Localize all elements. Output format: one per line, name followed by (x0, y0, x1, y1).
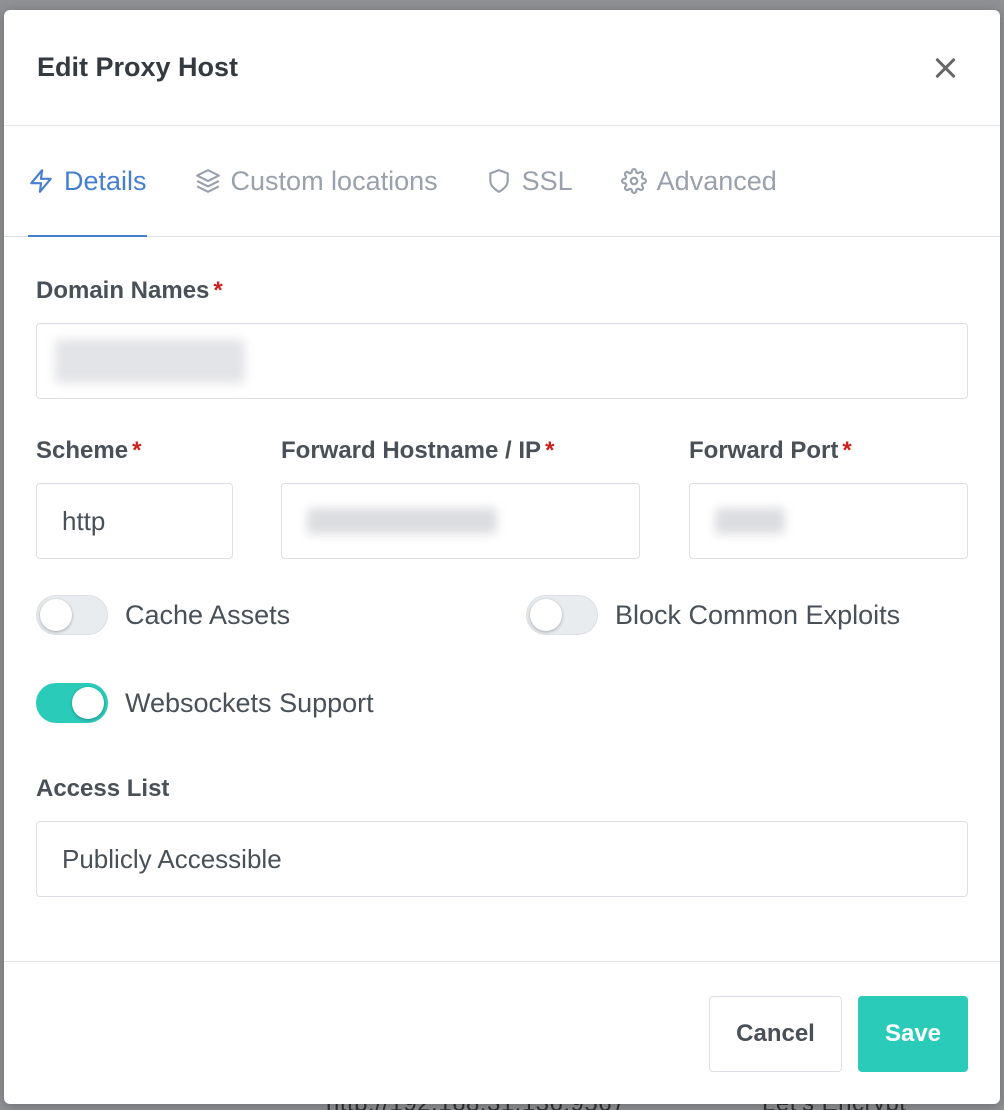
tab-details[interactable]: Details (28, 126, 147, 237)
forward-host-redacted (307, 508, 497, 534)
domain-chip-redacted (55, 339, 245, 383)
scheme-value: http (62, 505, 106, 536)
domain-names-input[interactable] (36, 323, 968, 399)
websockets-toggle[interactable]: Websockets Support (36, 683, 374, 723)
tab-custom-locations[interactable]: Custom locations (195, 126, 438, 236)
close-icon[interactable] (932, 54, 960, 82)
required-marker: * (842, 437, 852, 464)
tab-bar: Details Custom locations SSL Advanced (4, 126, 1000, 237)
required-marker: * (545, 437, 555, 464)
modal-header: Edit Proxy Host (4, 10, 1000, 126)
scheme-label: Scheme * (36, 437, 142, 464)
scheme-select[interactable]: http (36, 483, 233, 559)
forward-host-input[interactable] (281, 483, 640, 559)
block-exploits-toggle[interactable]: Block Common Exploits (526, 595, 900, 635)
save-button[interactable]: Save (858, 996, 968, 1072)
tab-ssl[interactable]: SSL (486, 126, 573, 236)
toggle-section: Cache Assets Block Common Exploits Webso… (36, 583, 968, 759)
forward-port-group: Forward Port * (689, 437, 968, 559)
forward-host-label: Forward Hostname / IP * (281, 437, 555, 464)
tab-ssl-label: SSL (521, 165, 573, 196)
edit-proxy-host-modal: Edit Proxy Host Details Custom locations… (4, 10, 1000, 1104)
access-list-select[interactable]: Publicly Accessible (36, 821, 968, 897)
forward-port-label: Forward Port * (689, 437, 852, 464)
forward-port-redacted (715, 508, 785, 534)
cache-assets-label: Cache Assets (125, 599, 291, 630)
cache-assets-switch[interactable] (36, 595, 108, 635)
modal-title: Edit Proxy Host (37, 52, 239, 82)
required-marker: * (132, 437, 142, 464)
modal-body: Domain Names * Scheme * http Forward Hostn… (4, 237, 1000, 897)
modal-footer: Cancel Save (4, 961, 1000, 1104)
layers-icon (195, 169, 220, 193)
tab-custom-locations-label: Custom locations (230, 165, 438, 196)
domain-names-label: Domain Names * (36, 277, 223, 304)
shield-icon (488, 169, 509, 193)
tab-advanced[interactable]: Advanced (620, 126, 777, 236)
access-list-value: Publicly Accessible (62, 843, 282, 874)
cancel-button[interactable]: Cancel (709, 996, 842, 1072)
websockets-switch[interactable] (36, 683, 108, 723)
tab-advanced-label: Advanced (656, 165, 777, 196)
block-exploits-switch[interactable] (526, 595, 598, 635)
forward-port-input[interactable] (689, 483, 968, 559)
gear-icon (620, 168, 647, 194)
access-list-label: Access List (36, 775, 170, 802)
cache-assets-toggle[interactable]: Cache Assets (36, 595, 290, 635)
forward-host-group: Forward Hostname / IP * (281, 437, 640, 559)
access-list-group: Access List Publicly Accessible (36, 775, 968, 897)
scheme-group: Scheme * http (36, 437, 233, 559)
lightning-icon (30, 169, 52, 193)
block-exploits-label: Block Common Exploits (615, 599, 901, 630)
forward-row: Scheme * http Forward Hostname / IP * Forw… (36, 437, 968, 559)
tab-details-label: Details (64, 165, 147, 196)
websockets-label: Websockets Support (125, 687, 374, 718)
required-marker: * (213, 277, 223, 304)
